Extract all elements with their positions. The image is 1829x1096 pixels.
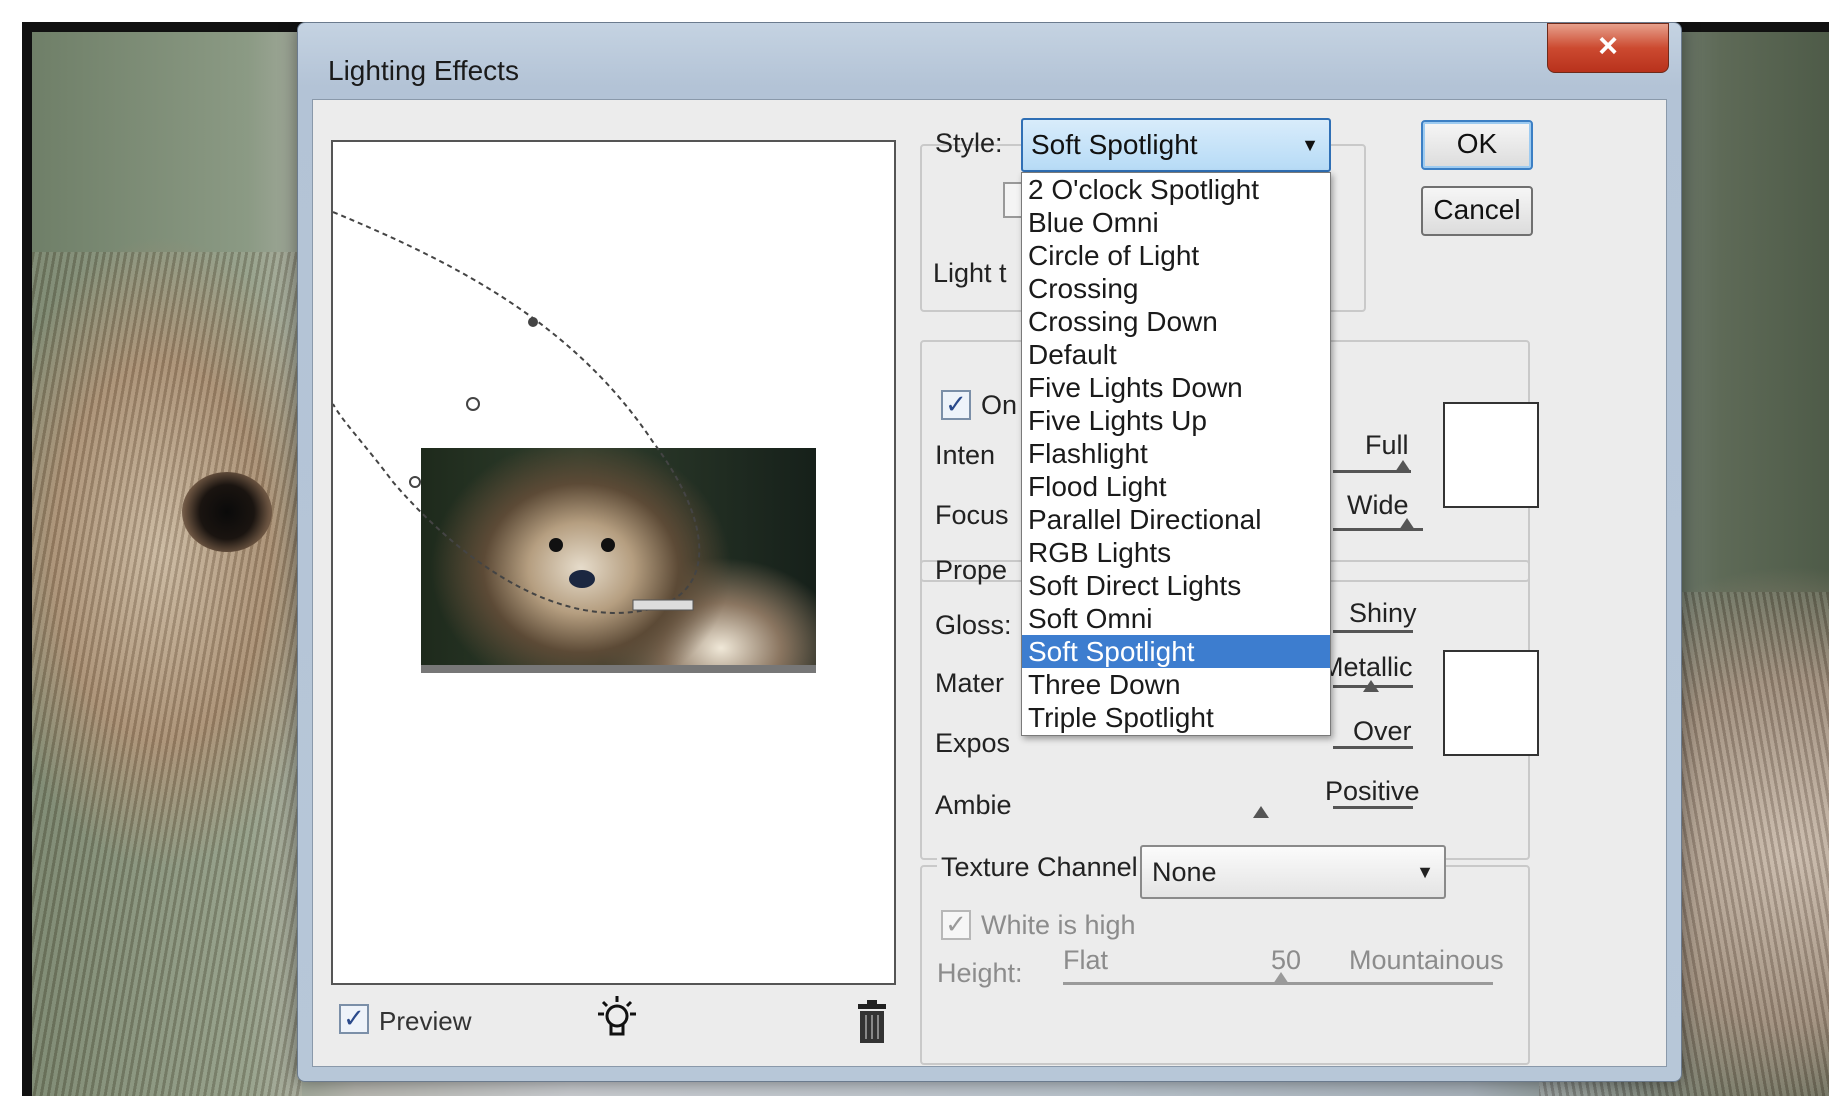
texture-channel-label: Texture Channel xyxy=(937,852,1142,883)
trash-icon[interactable] xyxy=(854,1000,890,1044)
light-color-swatch[interactable] xyxy=(1443,402,1539,508)
exposure-slider-track[interactable] xyxy=(1333,746,1413,749)
intensity-max-label: Full xyxy=(1365,430,1409,460)
screenshot-frame: Lighting Effects × ✓ Preview Style: OK C… xyxy=(22,22,1829,1096)
ok-button[interactable]: OK xyxy=(1421,120,1533,170)
material-slider-thumb[interactable] xyxy=(1363,680,1379,692)
close-button[interactable]: × xyxy=(1547,23,1669,73)
style-option[interactable]: Parallel Directional xyxy=(1022,503,1330,536)
light-ellipse-overlay[interactable] xyxy=(333,142,898,987)
dialog-client-area: ✓ Preview Style: OK Cancel Light t ✓ On … xyxy=(312,99,1667,1067)
ambient-color-swatch[interactable] xyxy=(1443,650,1539,756)
light-handle-center[interactable] xyxy=(466,397,480,411)
style-selected-value: Soft Spotlight xyxy=(1031,129,1198,160)
style-option[interactable]: Triple Spotlight xyxy=(1022,701,1330,734)
style-option[interactable]: Flood Light xyxy=(1022,470,1330,503)
light-ellipse-path[interactable] xyxy=(333,211,701,614)
exposure-max-label: Over xyxy=(1353,716,1412,746)
material-max-label: Metallic xyxy=(1321,652,1413,682)
style-label: Style: xyxy=(935,128,1003,158)
focus-label: Focus xyxy=(935,500,1009,530)
style-option[interactable]: Soft Spotlight xyxy=(1022,635,1330,668)
bear-eye xyxy=(182,472,272,552)
height-max-label: Mountainous xyxy=(1349,945,1504,975)
chevron-down-icon: ▼ xyxy=(1301,135,1319,155)
exposure-label: Expos xyxy=(935,728,1011,758)
preview-checkbox[interactable]: ✓ xyxy=(339,1004,369,1034)
ambience-max-label: Positive xyxy=(1325,776,1420,806)
cancel-button[interactable]: Cancel xyxy=(1421,186,1533,236)
light-on-checkbox[interactable]: ✓ xyxy=(941,390,971,420)
lighting-effects-dialog: Lighting Effects × ✓ Preview Style: OK C… xyxy=(297,22,1682,1082)
light-handle-bottom[interactable] xyxy=(632,599,694,611)
focus-slider-thumb[interactable] xyxy=(1399,518,1415,530)
bear-fur-left xyxy=(32,252,302,1096)
gloss-label: Gloss: xyxy=(935,610,1012,640)
style-option[interactable]: RGB Lights xyxy=(1022,536,1330,569)
white-is-high-checkbox[interactable]: ✓ xyxy=(941,910,971,940)
material-label: Mater xyxy=(935,668,1005,698)
light-type-label: Light t xyxy=(933,258,1007,288)
light-on-label: On xyxy=(981,390,1018,420)
preview-controls: ✓ Preview xyxy=(339,996,894,1050)
style-option[interactable]: Flashlight xyxy=(1022,437,1330,470)
light-handle-left[interactable] xyxy=(409,476,421,488)
preview-pane[interactable] xyxy=(331,140,896,985)
style-option[interactable]: 2 O'clock Spotlight xyxy=(1022,173,1330,206)
style-option[interactable]: Blue Omni xyxy=(1022,206,1330,239)
style-option[interactable]: Five Lights Up xyxy=(1022,404,1330,437)
height-min-label: Flat xyxy=(1063,945,1109,975)
white-is-high-label: White is high xyxy=(981,910,1136,940)
light-handle-top[interactable] xyxy=(528,317,538,327)
texture-channel-value: None xyxy=(1152,857,1217,887)
ambience-slider-track[interactable] xyxy=(1333,806,1413,809)
style-option[interactable]: Crossing Down xyxy=(1022,305,1330,338)
style-option[interactable]: Soft Omni xyxy=(1022,602,1330,635)
intensity-slider-thumb[interactable] xyxy=(1395,460,1411,472)
style-option[interactable]: Soft Direct Lights xyxy=(1022,569,1330,602)
ambience-slider-thumb[interactable] xyxy=(1253,806,1269,818)
style-option[interactable]: Three Down xyxy=(1022,668,1330,701)
style-option[interactable]: Crossing xyxy=(1022,272,1330,305)
style-dropdown-list[interactable]: 2 O'clock Spotlight Blue Omni Circle of Li… xyxy=(1021,172,1331,736)
style-select[interactable]: Soft Spotlight ▼ xyxy=(1021,118,1331,172)
intensity-label: Inten xyxy=(935,440,996,470)
gloss-slider-track[interactable] xyxy=(1333,630,1413,633)
style-option[interactable]: Circle of Light xyxy=(1022,239,1330,272)
style-option[interactable]: Five Lights Down xyxy=(1022,371,1330,404)
chevron-down-icon: ▼ xyxy=(1416,862,1434,882)
style-option[interactable]: Default xyxy=(1022,338,1330,371)
gloss-max-label: Shiny xyxy=(1349,598,1417,628)
ambience-label: Ambie xyxy=(935,790,1012,820)
light-bulb-icon[interactable] xyxy=(594,994,640,1046)
focus-max-label: Wide xyxy=(1347,490,1409,520)
preview-label: Preview xyxy=(379,1006,472,1036)
height-label: Height: xyxy=(937,958,1023,988)
texture-channel-select[interactable]: None ▼ xyxy=(1140,845,1446,899)
height-slider-thumb[interactable] xyxy=(1273,972,1289,984)
dialog-title: Lighting Effects xyxy=(328,55,519,86)
properties-label: Prope xyxy=(935,555,1008,585)
